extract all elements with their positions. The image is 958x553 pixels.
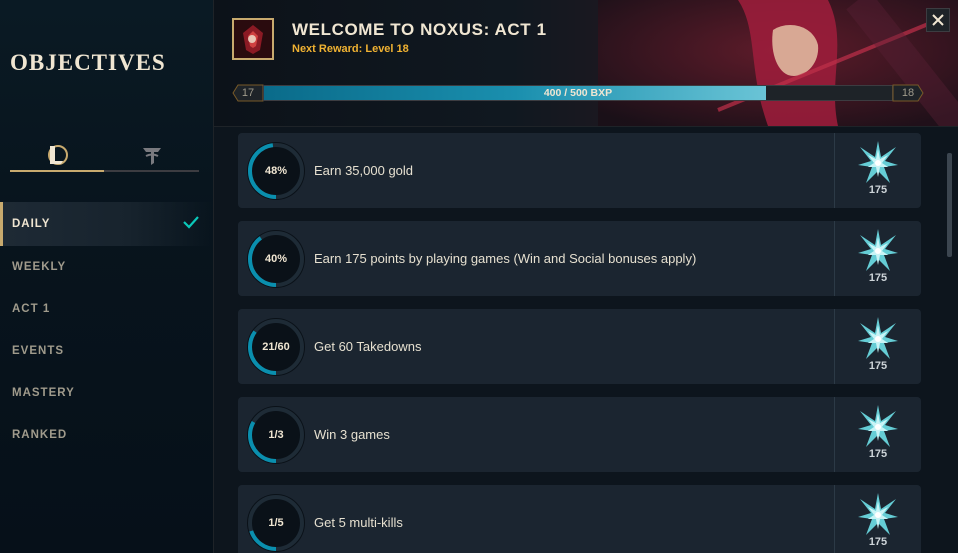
next-reward-label: Next Reward: Level 18 <box>292 43 409 55</box>
objective-row[interactable]: 1/5 Get 5 multi-kills 175 <box>238 485 921 553</box>
league-of-legends-logo-icon <box>48 145 68 165</box>
progress-bar: 400 / 500 BXP <box>263 85 893 101</box>
row-divider <box>834 397 835 472</box>
mode-tabs <box>10 140 199 172</box>
progress-label: 48% <box>264 165 288 177</box>
current-level: 17 <box>241 87 255 99</box>
bxp-star-icon <box>858 405 898 447</box>
progress-label: 1/5 <box>268 517 284 529</box>
objective-text: Get 60 Takedowns <box>314 339 422 354</box>
scrollbar-thumb[interactable] <box>947 153 952 257</box>
objective-text: Get 5 multi-kills <box>314 515 403 530</box>
objective-text: Earn 35,000 gold <box>314 163 414 178</box>
bxp-star-icon <box>858 229 898 271</box>
reward-amount: 175 <box>868 184 888 196</box>
sidebar-item-act-1[interactable]: ACT 1 <box>0 288 213 330</box>
sidebar-nav: DAILY WEEKLY ACT 1 EVENTS MASTERY RANKED <box>0 202 213 456</box>
champion-splash-art <box>598 0 958 126</box>
progress-label: 1/3 <box>268 429 284 441</box>
sidebar-item-label: ACT 1 <box>12 303 51 315</box>
objectives-list[interactable]: 48% Earn 35,000 gold 175 40% Earn 175 points… <box>214 127 958 553</box>
reward-amount: 175 <box>868 448 888 460</box>
objectives-header: WELCOME TO NOXUS: ACT 1 Next Reward: Lev… <box>214 0 958 127</box>
objective-row[interactable]: 48% Earn 35,000 gold 175 <box>238 133 921 208</box>
row-divider <box>834 309 835 384</box>
bxp-star-icon <box>858 317 898 359</box>
bxp-star-icon <box>858 141 898 183</box>
objective-text: Win 3 games <box>314 427 390 442</box>
pass-emblem-icon <box>232 18 274 60</box>
close-icon <box>932 14 944 26</box>
pass-progress: 17 400 / 500 BXP 18 <box>232 84 924 102</box>
tab-tft[interactable] <box>105 140 199 170</box>
objective-row[interactable]: 40% Earn 175 points by playing games (Win… <box>238 221 921 296</box>
progress-label: 40% <box>264 253 288 265</box>
sidebar-item-label: WEEKLY <box>12 261 67 273</box>
reward-amount: 175 <box>868 360 888 372</box>
reward-amount: 175 <box>868 536 888 548</box>
sidebar-item-daily[interactable]: DAILY <box>0 202 213 246</box>
bxp-star-icon <box>858 493 898 535</box>
sidebar-item-label: MASTERY <box>12 387 75 399</box>
sidebar: OBJECTIVES DAILY WEEKLY ACT 1 EVENTS MAS… <box>0 0 214 553</box>
progress-text: 400 / 500 BXP <box>543 87 613 99</box>
progress-label: 21/60 <box>262 341 290 353</box>
mode-tab-active-indicator <box>10 170 104 172</box>
next-level-badge: 18 <box>892 84 924 102</box>
sidebar-title: OBJECTIVES <box>10 50 166 75</box>
row-divider <box>834 221 835 296</box>
objective-text: Earn 175 points by playing games (Win an… <box>314 251 697 266</box>
reward-amount: 175 <box>868 272 888 284</box>
close-button[interactable] <box>926 8 950 32</box>
sidebar-item-label: DAILY <box>12 218 51 230</box>
objective-row[interactable]: 1/3 Win 3 games 175 <box>238 397 921 472</box>
tft-logo-icon <box>143 148 161 165</box>
sidebar-item-ranked[interactable]: RANKED <box>0 414 213 456</box>
sidebar-item-label: EVENTS <box>12 345 65 357</box>
sidebar-item-mastery[interactable]: MASTERY <box>0 372 213 414</box>
pass-title: WELCOME TO NOXUS: ACT 1 <box>292 20 547 39</box>
next-level: 18 <box>901 87 915 99</box>
sidebar-item-weekly[interactable]: WEEKLY <box>0 246 213 288</box>
sidebar-item-events[interactable]: EVENTS <box>0 330 213 372</box>
sidebar-item-label: RANKED <box>12 429 68 441</box>
current-level-badge: 17 <box>232 84 264 102</box>
checkmark-icon <box>183 216 199 229</box>
tab-league-of-legends[interactable] <box>10 140 104 170</box>
objective-row[interactable]: 21/60 Get 60 Takedowns 175 <box>238 309 921 384</box>
row-divider <box>834 133 835 208</box>
